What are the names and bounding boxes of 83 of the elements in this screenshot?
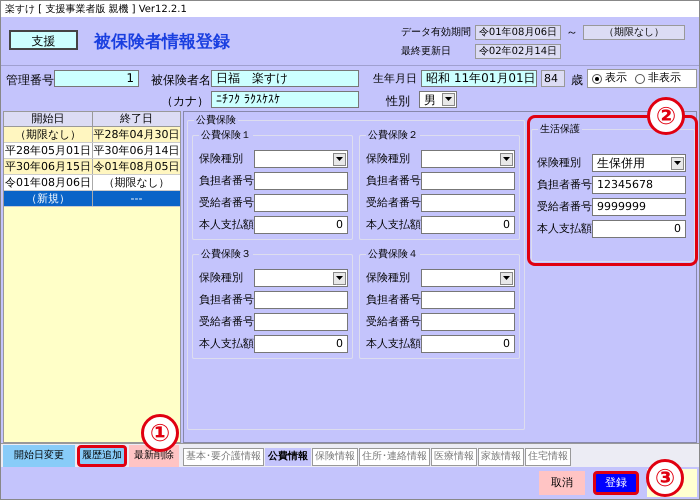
age-field: 84 — [541, 70, 565, 87]
field-label: 負担者番号 — [199, 172, 254, 189]
select-field[interactable] — [254, 150, 348, 168]
field-label: 保険種別 — [366, 270, 411, 286]
field-label: 負担者番号 — [537, 176, 592, 193]
history-action-button[interactable]: 開始日変更 — [3, 444, 75, 466]
field-label: 保険種別 — [537, 154, 582, 171]
column-header[interactable]: 開始日 — [4, 112, 92, 126]
radio-option[interactable]: 非表示 — [635, 70, 681, 87]
input-field[interactable] — [421, 313, 515, 331]
history-row[interactable]: （期限なし） 平28年04月30日 — [4, 127, 180, 143]
select-field[interactable] — [254, 269, 348, 287]
input-field[interactable]: 0 — [592, 220, 686, 238]
select-field[interactable] — [421, 269, 515, 287]
history-row[interactable]: （新規） --- — [4, 191, 180, 207]
tab[interactable]: 基本･要介護情報 — [183, 448, 264, 466]
select-field[interactable] — [421, 150, 515, 168]
tilde: ～ — [565, 24, 579, 41]
birthdate-field[interactable]: 昭和 11年01月01日 — [421, 70, 537, 87]
field-label: 本人支払額 — [537, 220, 592, 237]
tab[interactable]: 家族情報 — [478, 448, 524, 466]
sex-select[interactable]: 男 — [419, 91, 457, 108]
column-header[interactable]: 終了日 — [92, 112, 180, 126]
input-field[interactable] — [421, 194, 515, 212]
field-label: 保険種別 — [199, 270, 244, 286]
input-field[interactable] — [254, 313, 348, 331]
field-label: 受給者番号 — [366, 194, 421, 211]
input-field[interactable]: 0 — [254, 216, 348, 234]
radio-button[interactable] — [592, 74, 602, 84]
input-field[interactable] — [421, 291, 515, 309]
input-field[interactable]: 0 — [421, 216, 515, 234]
field-label: 負担者番号 — [199, 292, 254, 308]
tab[interactable]: 保険情報 — [312, 448, 358, 466]
history-row[interactable]: 平28年05月01日 平30年06月14日 — [4, 143, 180, 159]
name-field[interactable]: 日福 楽すけ — [211, 70, 359, 87]
sex-label: 性別 — [386, 93, 410, 110]
id-field[interactable]: 1 — [54, 70, 139, 87]
kana-field[interactable]: ﾆﾁﾌｸ ﾗｸｽｹｽｹ — [211, 91, 359, 108]
history-row[interactable]: 平30年06月15日 令01年08月05日 — [4, 159, 180, 175]
select-field[interactable]: 生保併用 — [592, 154, 686, 172]
validity-to: （期限なし） — [583, 24, 685, 40]
field-label: 保険種別 — [199, 150, 244, 167]
validity-from: 令01年08月06日 — [475, 24, 561, 40]
input-field[interactable]: 0 — [254, 335, 348, 353]
history-row[interactable]: 令01年08月06日 （期限なし） — [4, 175, 180, 191]
birth-label: 生年月日 — [373, 71, 417, 87]
cancel-button[interactable]: 取消 — [539, 471, 585, 495]
input-field[interactable]: 12345678 — [592, 176, 686, 194]
tab[interactable]: 住宅情報 — [525, 448, 571, 466]
name-label: 被保険者名 — [151, 72, 211, 89]
input-field[interactable] — [254, 194, 348, 212]
age-unit: 歳 — [571, 72, 583, 89]
window-title: 楽すけ [ 支援事業者版 親機 ] Ver12.2.1 — [5, 2, 187, 16]
radio-option[interactable]: 表示 — [592, 70, 627, 87]
updated-label: 最終更新日 — [401, 44, 452, 59]
tab[interactable]: 医療情報 — [431, 448, 477, 466]
updated-date: 令02年02月14日 — [475, 44, 561, 59]
tab[interactable]: 公費情報 — [265, 448, 311, 466]
id-label: 管理番号 — [6, 72, 54, 89]
history-action-button[interactable]: 履歴追加 — [77, 444, 127, 466]
field-label: 受給者番号 — [537, 198, 592, 215]
field-label: 本人支払額 — [366, 216, 421, 233]
input-field[interactable] — [254, 172, 348, 190]
field-label: 負担者番号 — [366, 292, 421, 308]
field-label: 負担者番号 — [366, 172, 421, 189]
kana-label: （カナ） — [161, 93, 209, 110]
screen-title: 被保険者情報登録 — [94, 31, 230, 54]
radio-button[interactable] — [635, 74, 645, 84]
tab[interactable]: 住所･連絡情報 — [359, 448, 430, 466]
validity-label: データ有効期間 — [401, 26, 472, 40]
field-label: 本人支払額 — [366, 336, 421, 352]
register-button[interactable]: 登録 — [593, 471, 639, 495]
field-label: 受給者番号 — [199, 314, 254, 330]
input-field[interactable] — [254, 291, 348, 309]
field-label: 本人支払額 — [199, 336, 254, 352]
field-label: 受給者番号 — [366, 314, 421, 330]
input-field[interactable]: 0 — [421, 335, 515, 353]
field-label: 保険種別 — [366, 150, 411, 167]
module-button[interactable]: 支援 — [9, 30, 78, 50]
field-label: 本人支払額 — [199, 216, 254, 233]
input-field[interactable] — [421, 172, 515, 190]
input-field[interactable]: 9999999 — [592, 198, 686, 216]
field-label: 受給者番号 — [199, 194, 254, 211]
